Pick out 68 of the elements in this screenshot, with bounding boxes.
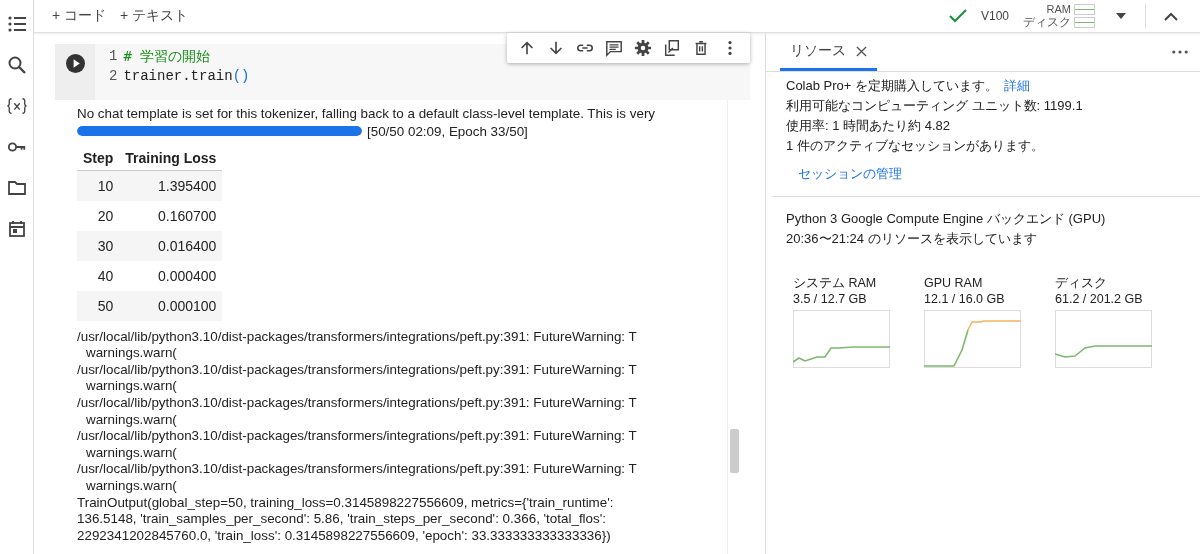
- code-line: trainer.train(): [123, 67, 250, 86]
- run-cell-icon[interactable]: [65, 54, 85, 73]
- details-link[interactable]: 詳細: [1004, 78, 1030, 93]
- line-number: 2: [109, 67, 118, 86]
- sessions-text: 1 件のアクティブなセッションがあります。: [786, 137, 1045, 155]
- line-number: 1: [109, 47, 118, 66]
- search-icon[interactable]: [6, 55, 27, 75]
- meter-reading: 3.5 / 12.7 GB: [793, 291, 868, 307]
- progress-label: [50/50 02:09, Epoch 33/50]: [367, 122, 528, 140]
- manage-sessions-link[interactable]: セッションの管理: [798, 164, 902, 184]
- time-range-text: 20:36〜21:24 のリソースを表示しています: [786, 230, 1038, 248]
- table-cell: 0.000100: [119, 290, 223, 321]
- output-text: TrainOutput(global_step=50, training_loss=0.3145898227556609, metrics={'train_runtime':: [77, 494, 615, 512]
- mirror-cell-icon[interactable]: [662, 39, 681, 57]
- meter-name: ディスク: [1055, 275, 1108, 291]
- close-icon[interactable]: [856, 45, 867, 57]
- variables-icon[interactable]: [6, 96, 27, 116]
- dropdown-caret-icon[interactable]: [1115, 12, 1127, 20]
- table-cell: 50: [77, 290, 120, 321]
- runtime-status[interactable]: V100: [980, 9, 1009, 23]
- output-text: 136.5148, 'train_samples_per_second': 5.86, 'train_steps_per_second': 0.366, 'total_flos':: [77, 511, 607, 528]
- table-cell: 0.016400: [119, 230, 223, 261]
- checkmark-icon: [948, 9, 967, 23]
- comment-icon[interactable]: [605, 39, 624, 57]
- calendar-icon[interactable]: [6, 219, 27, 239]
- ram-usage-bar: [1074, 4, 1095, 15]
- ram-label: RAM: [1046, 3, 1071, 16]
- subscription-text: Colab Pro+ を定期購入しています。: [786, 78, 998, 93]
- collapse-chevron-icon[interactable]: [1164, 11, 1178, 21]
- add-cell-button[interactable]: + テキスト: [116, 5, 193, 27]
- scrollbar-thumb[interactable]: [730, 429, 739, 473]
- log-line: /usr/local/lib/python3.10/dist-packages/transformers/integrations/peft.py:391: FutureWarning: T: [77, 394, 638, 412]
- usage-rate-text: 使用率: 1 時間あたり約 4.82: [786, 117, 951, 135]
- disk-usage-bar: [1074, 17, 1095, 28]
- log-line: warnings.warn(: [85, 345, 178, 362]
- output-text: No chat template is set for this tokenizer, falling back to a default class-level template. This is very: [77, 106, 657, 123]
- disk-label: ディスク: [1023, 16, 1071, 29]
- log-line: /usr/local/lib/python3.10/dist-packages/transformers/integrations/peft.py:391: FutureWarning: T: [77, 328, 638, 346]
- log-line: warnings.warn(: [85, 444, 178, 462]
- compute-units-text: 利用可能なコンピューティング ユニット数: 1199.1: [786, 97, 1084, 115]
- panel-tab[interactable]: リソース: [780, 42, 877, 71]
- table-cell: 30: [77, 230, 120, 261]
- table-of-contents-icon[interactable]: [6, 14, 27, 34]
- table-cell: 0.000400: [119, 260, 223, 291]
- table-cell: 10: [77, 170, 120, 201]
- backend-text: Python 3 Google Compute Engine バックエンド (GPU): [786, 210, 1107, 228]
- meter-name: GPU RAM: [924, 275, 984, 291]
- column-header: Step: [77, 145, 120, 171]
- meter-name: システム RAM: [793, 275, 878, 291]
- table-cell: 1.395400: [119, 170, 223, 201]
- add-cell-button[interactable]: + コード: [48, 5, 111, 27]
- log-line: /usr/local/lib/python3.10/dist-packages/transformers/integrations/peft.py:391: FutureWarning: T: [77, 428, 638, 445]
- log-line: warnings.warn(: [85, 378, 178, 395]
- folder-icon[interactable]: [6, 178, 27, 198]
- code-line: # 学習の開始: [123, 47, 211, 66]
- settings-icon[interactable]: [633, 39, 652, 57]
- log-line: /usr/local/lib/python3.10/dist-packages/transformers/integrations/peft.py:391: FutureWarning: T: [77, 461, 638, 478]
- table-cell: 40: [77, 260, 120, 291]
- log-line: warnings.warn(: [85, 477, 178, 495]
- meter-reading: 61.2 / 201.2 GB: [1055, 291, 1144, 307]
- output-text: 2292341202845760.0, 'train_loss': 0.3145898227556609, 'epoch': 33.333333333333336}): [77, 527, 612, 545]
- column-header: Training Loss: [119, 145, 223, 171]
- meter-reading: 12.1 / 16.0 GB: [924, 291, 1006, 307]
- log-line: /usr/local/lib/python3.10/dist-packages/transformers/integrations/peft.py:391: FutureWarning: T: [77, 361, 638, 379]
- more-options-icon[interactable]: [1172, 50, 1188, 54]
- table-cell: 0.160700: [119, 200, 223, 231]
- log-line: warnings.warn(: [85, 411, 178, 429]
- table-cell: 20: [77, 200, 120, 231]
